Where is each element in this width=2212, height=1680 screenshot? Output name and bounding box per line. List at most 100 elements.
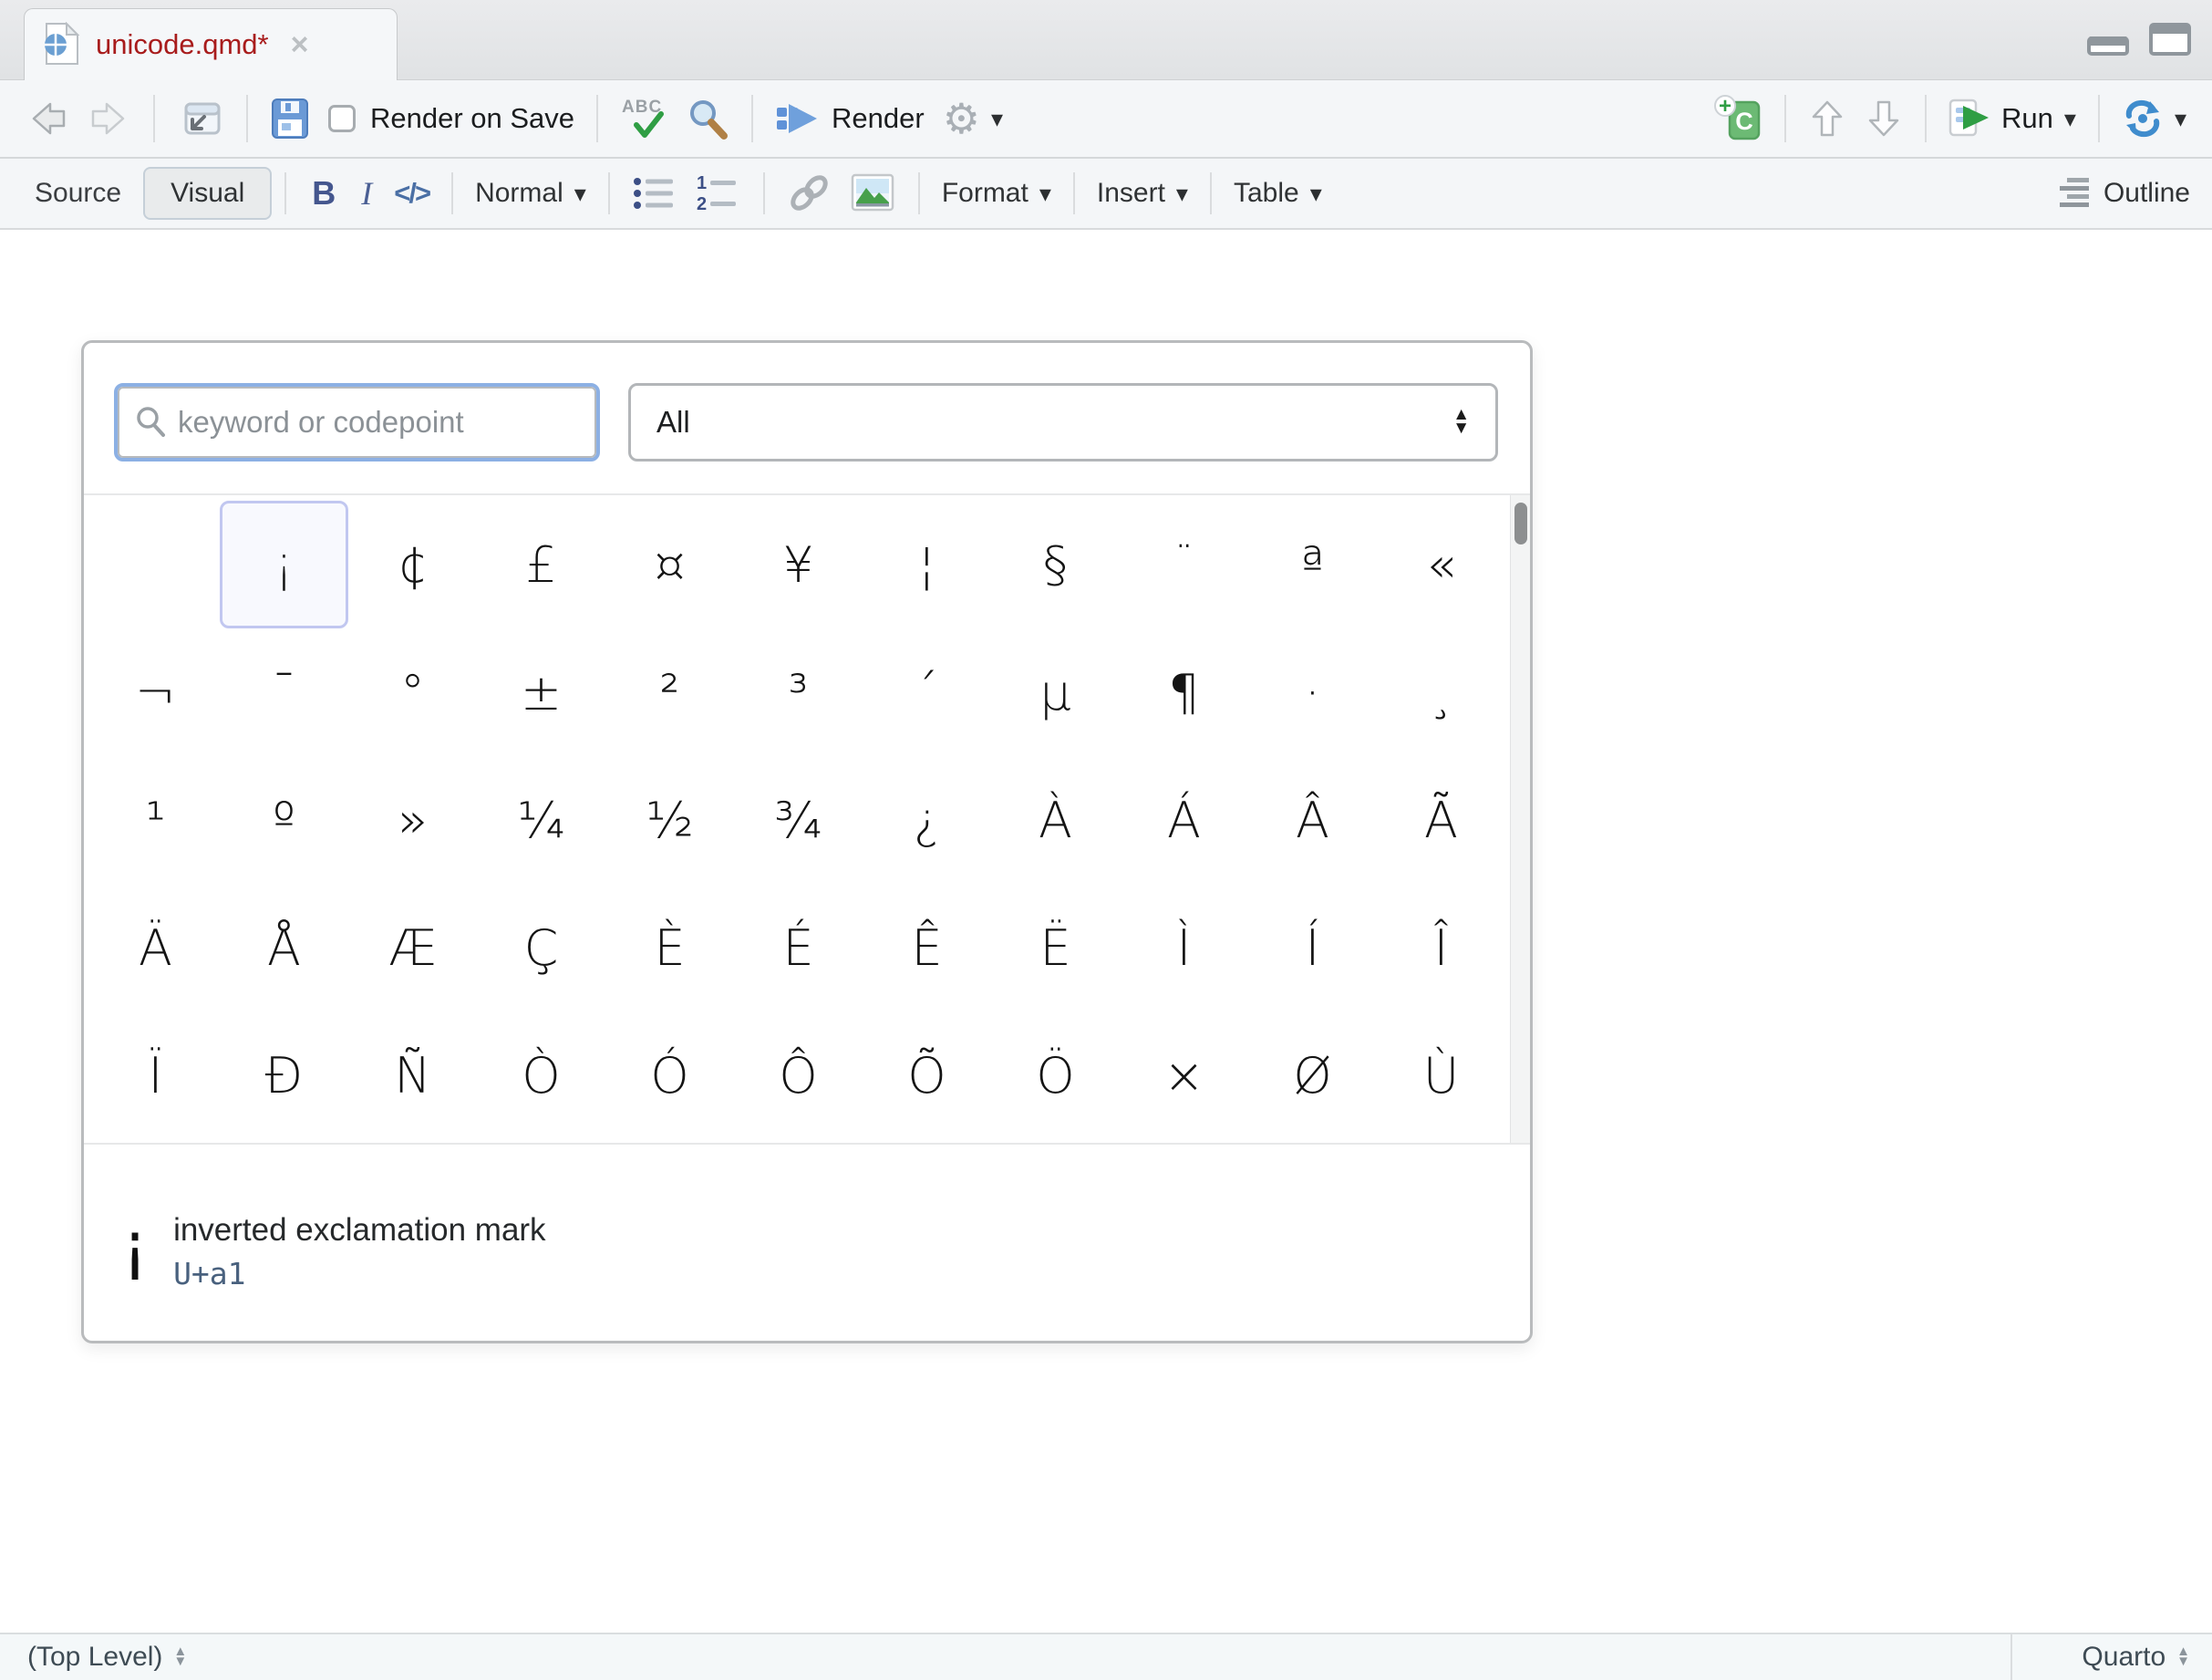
scrollbar-track[interactable] [1510,495,1530,1143]
bullet-list-button[interactable] [623,170,687,217]
symbol-cell[interactable]: ¬ [91,628,220,756]
category-select[interactable]: All ▲▼ [628,383,1498,461]
open-in-new-window-button[interactable] [168,93,233,144]
symbol-cell[interactable]: ª [1248,501,1377,628]
symbol-cell[interactable]: Ô [734,1011,863,1139]
symbol-cell[interactable]: É [734,884,863,1011]
symbol-cell[interactable]: Ò [477,1011,605,1139]
symbol-cell[interactable]: Ì [1120,884,1248,1011]
numbered-list-button[interactable]: 1 2 [687,170,750,217]
source-sync-icon [2122,99,2164,138]
render-on-save-checkbox-group[interactable]: Render on Save [319,99,584,139]
insert-chunk-button[interactable]: C + [1704,90,1772,147]
run-button[interactable]: Run ▾ [1939,95,2085,142]
symbol-cell[interactable]: Ð [220,1011,348,1139]
symbol-cell[interactable]: À [991,756,1120,884]
symbol-cell[interactable]: ¥ [734,501,863,628]
symbol-cell[interactable]: Ñ [348,1011,477,1139]
symbol-cell[interactable]: Õ [863,1011,991,1139]
symbol-cell[interactable]: ¾ [734,756,863,884]
symbol-cell[interactable]: » [348,756,477,884]
tab-unicode-qmd[interactable]: unicode.qmd* × [24,8,398,80]
insert-menu[interactable]: Insert ▾ [1088,174,1197,213]
symbol-cell[interactable]: Ó [605,1011,734,1139]
symbol-cell[interactable]: · [1248,628,1377,756]
symbol-cell[interactable]: ¤ [605,501,734,628]
symbol-cell[interactable]: Ö [991,1011,1120,1139]
render-options-button[interactable]: ⚙ ▾ [934,94,1012,143]
maximize-pane-icon[interactable] [2148,22,2192,57]
scrollbar-thumb[interactable] [1514,503,1527,544]
symbol-cell[interactable]: È [605,884,734,1011]
symbol-cell[interactable]: ¼ [477,756,605,884]
symbol-cell[interactable]: ¸ [1377,628,1505,756]
render-on-save-checkbox[interactable] [328,105,356,132]
symbol-cell[interactable]: ³ [734,628,863,756]
run-previous-chunks-button[interactable] [1799,94,1855,143]
symbol-cell[interactable]: ¦ [863,501,991,628]
symbol-search-input[interactable] [178,405,580,440]
symbol-cell[interactable]: ¶ [1120,628,1248,756]
forward-arrow-icon [88,99,131,139]
symbol-search-field[interactable] [114,383,600,461]
source-document-button[interactable]: ▾ [2113,96,2196,141]
format-menu[interactable]: Format ▾ [933,174,1060,213]
svg-text:ABC: ABC [622,98,662,117]
symbol-cell[interactable]: Æ [348,884,477,1011]
symbol-cell[interactable]: Å [220,884,348,1011]
symbol-cell[interactable]: £ [477,501,605,628]
symbol-cell[interactable]: ¹ [91,756,220,884]
symbol-cell[interactable]: Ë [991,884,1120,1011]
tab-visual[interactable]: Visual [143,167,272,220]
bold-button[interactable]: B [299,174,348,213]
symbol-cell[interactable]: ¢ [348,501,477,628]
outline-location-selector[interactable]: (Top Level) ▲▼ [0,1642,2010,1673]
find-button[interactable] [677,93,739,144]
symbol-cell[interactable]: Ï [91,1011,220,1139]
symbol-cell[interactable]: Ä [91,884,220,1011]
gear-icon: ⚙ [943,98,980,140]
tab-close-icon[interactable]: × [291,29,309,60]
save-button[interactable] [261,93,319,144]
symbol-cell[interactable]: ½ [605,756,734,884]
symbol-cell[interactable]: ± [477,628,605,756]
render-button[interactable]: Render [766,95,934,142]
image-button[interactable] [842,170,905,217]
spellcheck-button[interactable]: ABC [611,92,677,145]
tab-source[interactable]: Source [22,172,134,214]
symbol-cell[interactable]: § [991,501,1120,628]
symbol-cell[interactable]: º [220,756,348,884]
symbol-cell[interactable]: ¨ [1120,501,1248,628]
table-menu[interactable]: Table ▾ [1225,174,1331,213]
symbol-cell[interactable]: Ê [863,884,991,1011]
symbol-cell[interactable]: « [1377,501,1505,628]
symbol-cell[interactable]: Á [1120,756,1248,884]
symbol-cell[interactable]: Â [1248,756,1377,884]
forward-button[interactable] [78,95,140,142]
symbol-cell[interactable]: Ø [1248,1011,1377,1139]
paragraph-style-dropdown[interactable]: Normal ▾ [466,174,595,213]
symbol-cell[interactable]: ° [348,628,477,756]
symbol-cell[interactable]: µ [991,628,1120,756]
symbol-cell[interactable]: ¯ [220,628,348,756]
outline-toggle[interactable]: Outline [2054,175,2190,212]
symbol-cell[interactable]: Ù [1377,1011,1505,1139]
document-type-selector[interactable]: Quarto ▲▼ [2010,1634,2212,1680]
symbol-cell[interactable]: × [1120,1011,1248,1139]
symbol-cell[interactable]: Ç [477,884,605,1011]
symbol-cell[interactable]: Ã [1377,756,1505,884]
italic-button[interactable]: I [348,174,385,213]
code-button[interactable]: </> [385,177,439,210]
link-button[interactable] [778,169,842,218]
back-button[interactable] [16,95,78,142]
editor-tab-bar: unicode.qmd* × [0,0,2212,80]
minimize-pane-icon[interactable] [2086,29,2130,57]
symbol-cell[interactable] [91,501,220,628]
symbol-cell[interactable]: ´ [863,628,991,756]
symbol-cell[interactable]: ² [605,628,734,756]
symbol-cell[interactable]: ¿ [863,756,991,884]
run-next-chunk-button[interactable] [1855,94,1912,143]
symbol-cell[interactable]: Í [1248,884,1377,1011]
symbol-cell[interactable]: Î [1377,884,1505,1011]
symbol-cell[interactable]: ¡ [220,501,348,628]
